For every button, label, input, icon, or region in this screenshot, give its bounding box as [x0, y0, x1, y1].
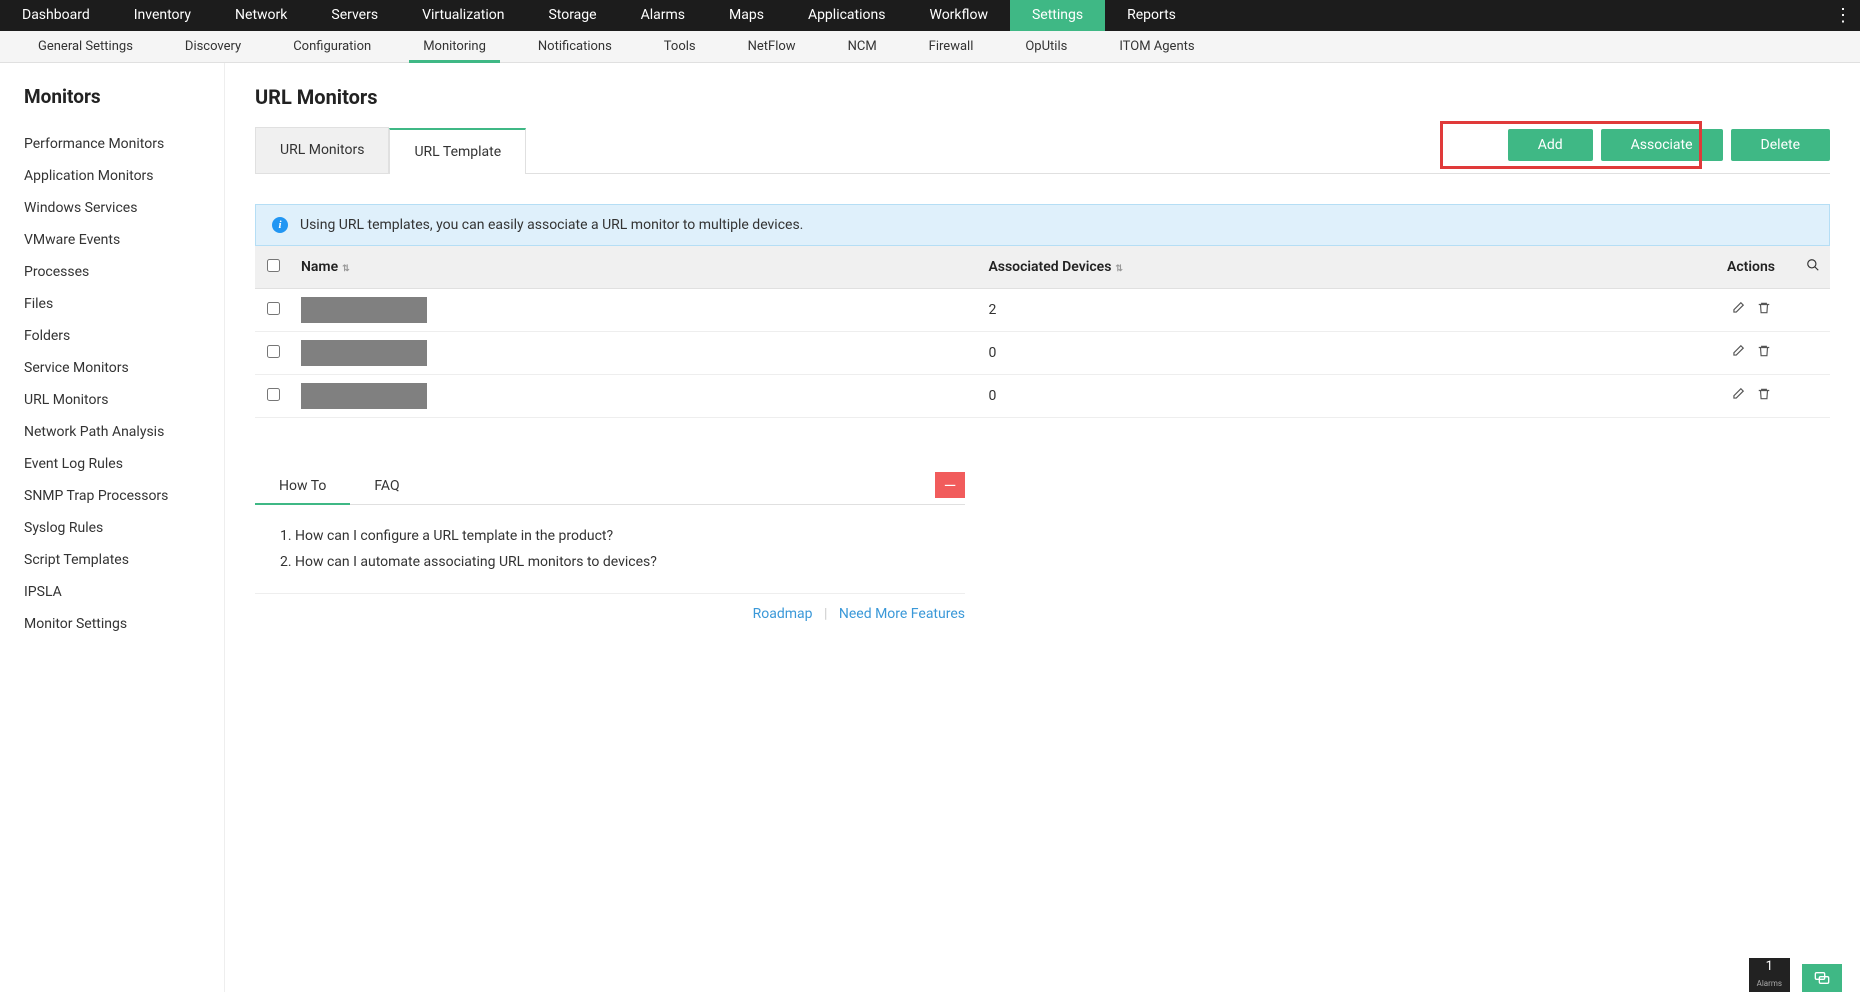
topnav-item-virtualization[interactable]: Virtualization — [400, 0, 526, 31]
row-checkbox[interactable] — [267, 345, 280, 358]
redacted-name — [301, 297, 427, 323]
subnav-item-general-settings[interactable]: General Settings — [12, 31, 159, 62]
associate-button[interactable]: Associate — [1601, 129, 1723, 161]
info-icon: i — [272, 217, 288, 233]
sort-icon[interactable]: ⇅ — [1115, 264, 1123, 274]
roadmap-link[interactable]: Roadmap — [753, 606, 813, 622]
page-title: URL Monitors — [255, 85, 1830, 109]
search-icon[interactable] — [1806, 260, 1820, 276]
sidebar-item-syslog-rules[interactable]: Syslog Rules — [24, 512, 224, 544]
sidebar-item-files[interactable]: Files — [24, 288, 224, 320]
howto-tab-faq[interactable]: FAQ — [350, 468, 423, 504]
row-devices: 0 — [978, 375, 1706, 418]
howto-item[interactable]: How can I automate associating URL monit… — [295, 549, 965, 575]
delete-icon[interactable] — [1757, 389, 1771, 405]
sidebar-item-monitor-settings[interactable]: Monitor Settings — [24, 608, 224, 640]
select-all-checkbox[interactable] — [267, 259, 280, 272]
alarms-widget[interactable]: 1 Alarms — [1749, 958, 1790, 992]
tab-row: URL MonitorsURL Template Add Associate D… — [255, 127, 1830, 174]
sidebar-item-windows-services[interactable]: Windows Services — [24, 192, 224, 224]
sidebar-item-script-templates[interactable]: Script Templates — [24, 544, 224, 576]
top-nav: DashboardInventoryNetworkServersVirtuali… — [0, 0, 1860, 31]
edit-icon[interactable] — [1731, 303, 1745, 319]
sidebar-item-processes[interactable]: Processes — [24, 256, 224, 288]
sidebar-item-snmp-trap-processors[interactable]: SNMP Trap Processors — [24, 480, 224, 512]
subnav-item-notifications[interactable]: Notifications — [512, 31, 638, 62]
delete-button[interactable]: Delete — [1731, 129, 1830, 161]
col-name: Name⇅ — [291, 246, 978, 289]
main-content: URL Monitors URL MonitorsURL Template Ad… — [225, 63, 1860, 992]
need-features-link[interactable]: Need More Features — [839, 606, 965, 622]
row-devices: 2 — [978, 289, 1706, 332]
row-name — [291, 289, 978, 332]
sidebar-item-performance-monitors[interactable]: Performance Monitors — [24, 128, 224, 160]
howto-item[interactable]: How can I configure a URL template in th… — [295, 523, 965, 549]
sidebar-title: Monitors — [24, 85, 224, 108]
subnav-item-ncm[interactable]: NCM — [822, 31, 903, 62]
howto-close-button[interactable]: — — [935, 472, 965, 498]
sidebar-item-folders[interactable]: Folders — [24, 320, 224, 352]
add-button[interactable]: Add — [1508, 129, 1593, 161]
tab-url-monitors[interactable]: URL Monitors — [255, 127, 389, 173]
redacted-name — [301, 340, 427, 366]
table-row: 0 — [255, 375, 1830, 418]
edit-icon[interactable] — [1731, 389, 1745, 405]
table-row: 2 — [255, 289, 1830, 332]
subnav-item-itom-agents[interactable]: ITOM Agents — [1093, 31, 1220, 62]
sidebar-item-application-monitors[interactable]: Application Monitors — [24, 160, 224, 192]
more-menu-icon[interactable]: ⋮ — [1834, 5, 1852, 26]
info-text: Using URL templates, you can easily asso… — [300, 217, 803, 233]
topnav-item-inventory[interactable]: Inventory — [112, 0, 213, 31]
sidebar: Monitors Performance MonitorsApplication… — [0, 63, 225, 992]
subnav-item-monitoring[interactable]: Monitoring — [397, 31, 512, 62]
topnav-item-dashboard[interactable]: Dashboard — [0, 0, 112, 31]
topnav-item-maps[interactable]: Maps — [707, 0, 786, 31]
sort-icon[interactable]: ⇅ — [342, 264, 350, 274]
topnav-item-workflow[interactable]: Workflow — [907, 0, 1010, 31]
topnav-item-network[interactable]: Network — [213, 0, 309, 31]
topnav-item-reports[interactable]: Reports — [1105, 0, 1198, 31]
subnav-item-configuration[interactable]: Configuration — [267, 31, 397, 62]
row-name — [291, 375, 978, 418]
delete-icon[interactable] — [1757, 346, 1771, 362]
topnav-item-applications[interactable]: Applications — [786, 0, 908, 31]
row-checkbox[interactable] — [267, 388, 280, 401]
sidebar-item-event-log-rules[interactable]: Event Log Rules — [24, 448, 224, 480]
col-devices: Associated Devices⇅ — [978, 246, 1706, 289]
howto-tab-how-to[interactable]: How To — [255, 468, 350, 504]
row-name — [291, 332, 978, 375]
subnav-item-oputils[interactable]: OpUtils — [999, 31, 1093, 62]
sidebar-item-service-monitors[interactable]: Service Monitors — [24, 352, 224, 384]
sub-nav: General SettingsDiscoveryConfigurationMo… — [0, 31, 1860, 63]
sidebar-item-url-monitors[interactable]: URL Monitors — [24, 384, 224, 416]
topnav-item-settings[interactable]: Settings — [1010, 0, 1105, 31]
row-checkbox[interactable] — [267, 302, 280, 315]
howto-section: How ToFAQ — How can I configure a URL te… — [255, 468, 965, 622]
table-row: 0 — [255, 332, 1830, 375]
subnav-item-tools[interactable]: Tools — [638, 31, 722, 62]
delete-icon[interactable] — [1757, 303, 1771, 319]
info-banner: i Using URL templates, you can easily as… — [255, 204, 1830, 246]
subnav-item-firewall[interactable]: Firewall — [903, 31, 1000, 62]
edit-icon[interactable] — [1731, 346, 1745, 362]
templates-table: Name⇅ Associated Devices⇅ Actions 200 — [255, 246, 1830, 418]
col-actions: Actions — [1706, 246, 1796, 289]
sidebar-item-ipsla[interactable]: IPSLA — [24, 576, 224, 608]
sidebar-item-vmware-events[interactable]: VMware Events — [24, 224, 224, 256]
sidebar-item-network-path-analysis[interactable]: Network Path Analysis — [24, 416, 224, 448]
subnav-item-netflow[interactable]: NetFlow — [722, 31, 822, 62]
tab-url-template[interactable]: URL Template — [389, 128, 526, 174]
redacted-name — [301, 383, 427, 409]
topnav-item-storage[interactable]: Storage — [526, 0, 618, 31]
topnav-item-alarms[interactable]: Alarms — [619, 0, 707, 31]
topnav-item-servers[interactable]: Servers — [309, 0, 400, 31]
subnav-item-discovery[interactable]: Discovery — [159, 31, 267, 62]
row-devices: 0 — [978, 332, 1706, 375]
chat-widget[interactable] — [1802, 964, 1842, 992]
